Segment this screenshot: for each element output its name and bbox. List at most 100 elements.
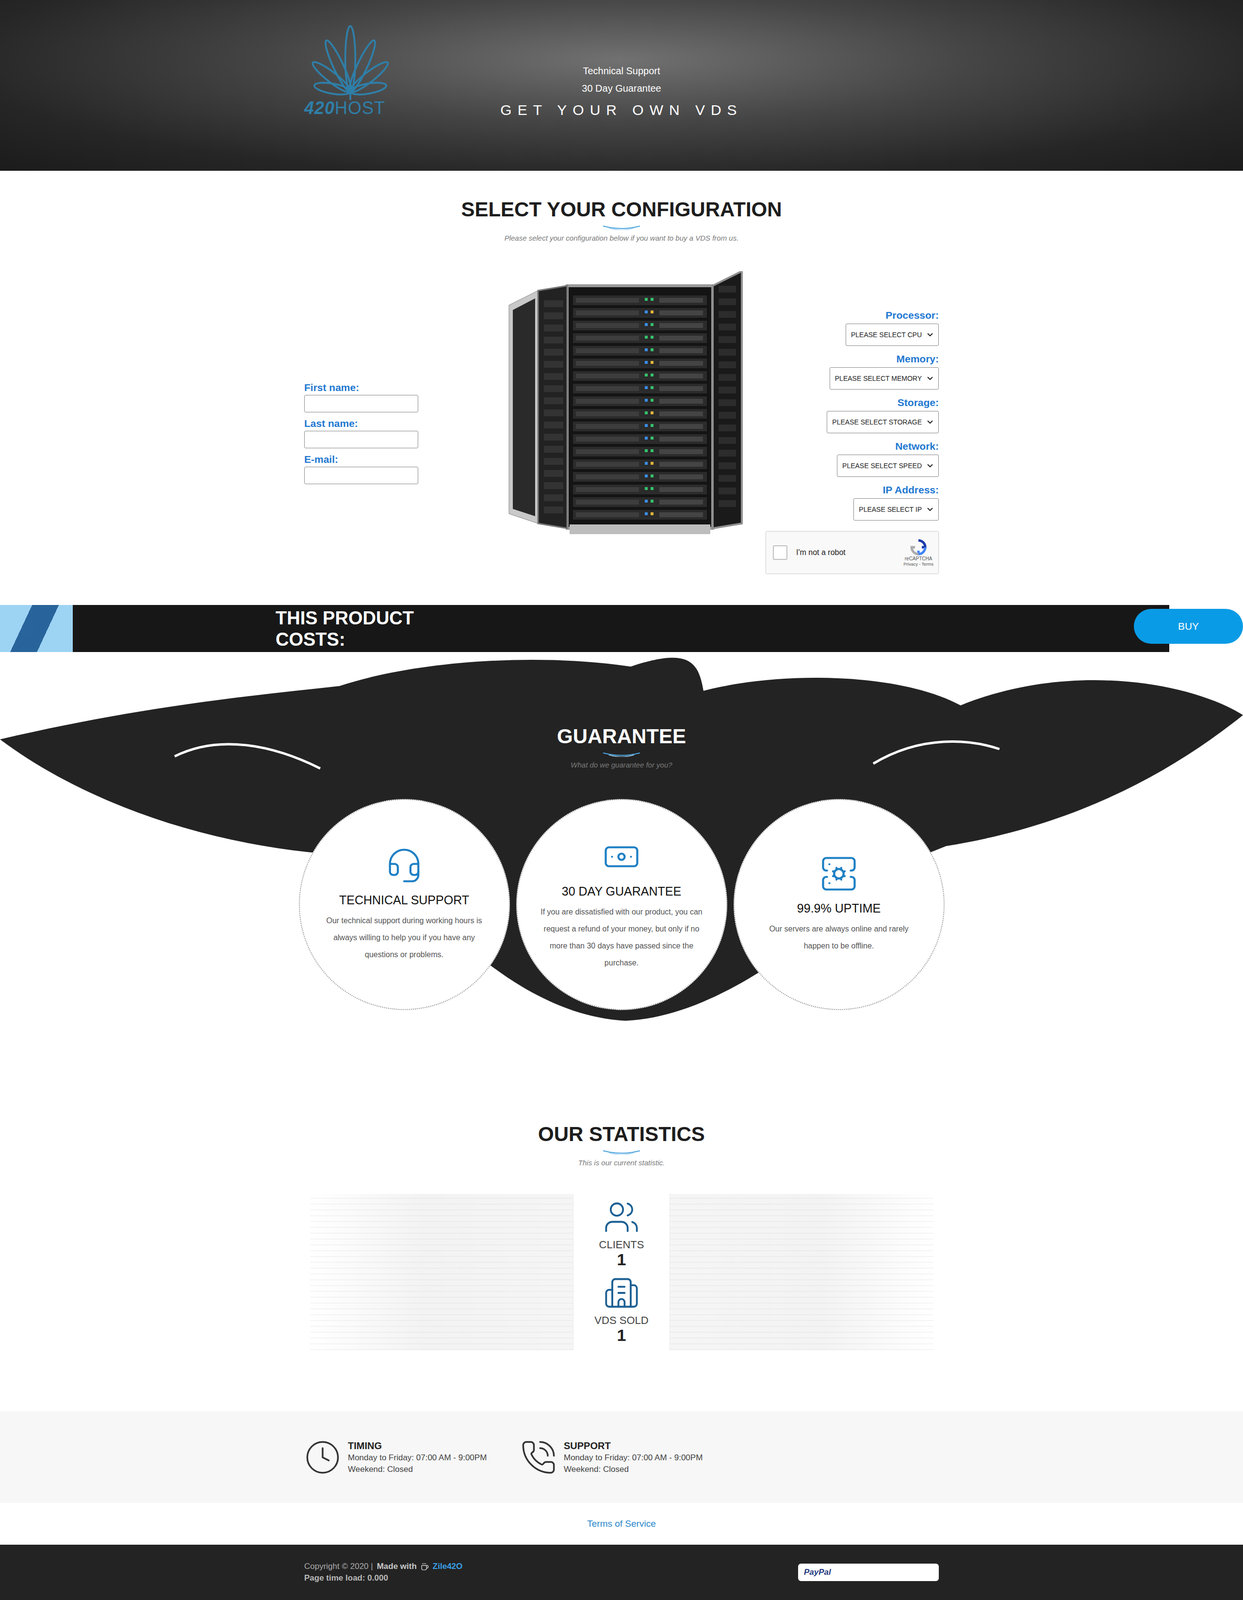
section-subtitle: Please select your configuration below i… (0, 233, 1243, 243)
headline: GET YOUR OWN VDS (500, 101, 743, 119)
select-dropdown[interactable]: PLEASE SELECT CPU (845, 323, 939, 346)
clock-icon (304, 1439, 342, 1476)
section-title: SELECT YOUR CONFIGURATION (0, 197, 1243, 222)
title-ornament-icon (602, 751, 641, 757)
statistic-item: CLIENTS1 (599, 1198, 645, 1268)
select-group: Network:PLEASE SELECT SPEED (836, 440, 939, 477)
statistic-label: VDS SOLD (594, 1314, 649, 1327)
statistic-item: VDS SOLD1 (594, 1274, 649, 1344)
field-label: First name: (304, 381, 500, 394)
info-line: Weekend: Closed (563, 1463, 703, 1476)
guarantee-card: 99.9% UPTIME Our servers are always onlin… (733, 799, 945, 1011)
statistic-value: 1 (617, 1251, 627, 1268)
author-link[interactable]: Zile42O (432, 1561, 463, 1572)
select-group: Processor:PLEASE SELECT CPU (845, 309, 939, 346)
select-label: Storage: (897, 396, 939, 409)
section-title: GUARANTEE (0, 724, 1243, 749)
statistics-area: CLIENTS1VDS SOLD1 (310, 1193, 934, 1351)
title-ornament-icon (602, 1148, 641, 1155)
field-label: Last name: (304, 417, 500, 430)
clients-icon (603, 1198, 640, 1236)
chevron-down-icon (925, 461, 935, 471)
statistic-label: CLIENTS (599, 1238, 645, 1252)
info-title: SUPPORT (563, 1439, 703, 1453)
guarantee-cards: TECHNICAL SUPPORTOur technical support d… (0, 799, 1243, 1011)
card-text: Our servers are always online and rarely… (755, 920, 923, 955)
select-dropdown[interactable]: PLEASE SELECT MEMORY (829, 367, 939, 390)
select-group: Storage:PLEASE SELECT STORAGE (826, 396, 939, 434)
chevron-down-icon (925, 374, 935, 383)
card-text: Our technical support during working hou… (321, 912, 488, 964)
buy-button[interactable]: BUY (1133, 608, 1243, 644)
terms-row: Terms of Service (0, 1503, 1243, 1545)
phone-icon (520, 1439, 557, 1476)
chevron-down-icon (925, 417, 935, 427)
recaptcha-icon (910, 539, 927, 556)
made-with: Made with (376, 1561, 417, 1572)
headset-icon (385, 846, 424, 885)
chevron-down-icon (925, 505, 935, 514)
section-subtitle: This is our current statistic. (0, 1158, 1243, 1167)
section-title: OUR STATISTICS (0, 1122, 1243, 1146)
info-bar: TIMINGMonday to Friday: 07:00 AM - 9:00P… (0, 1411, 1243, 1504)
paypal-badge: PayPal (798, 1563, 939, 1582)
price-strip: THIS PRODUCTCOSTS: BUY (0, 605, 1243, 653)
coffee-icon (420, 1562, 429, 1571)
section-subtitle: What do we guarantee for you? (0, 760, 1243, 769)
info-line: Monday to Friday: 07:00 AM - 9:00PM (563, 1452, 703, 1464)
recaptcha-checkbox[interactable] (772, 545, 788, 560)
options-column: Processor:PLEASE SELECT CPU Memory:PLEASE… (744, 271, 940, 574)
guarantee-card: TECHNICAL SUPPORTOur technical support d… (298, 799, 510, 1011)
field-label: E-mail: (304, 453, 500, 466)
price-bar: THIS PRODUCTCOSTS: (0, 605, 1170, 653)
select-dropdown[interactable]: PLEASE SELECT STORAGE (826, 410, 939, 434)
form-field: First name: (304, 381, 500, 413)
cannabis-leaf-icon (304, 23, 397, 101)
form-field: Last name: (304, 417, 500, 449)
recaptcha-label: I'm not a robot (796, 548, 895, 557)
info-title: TIMING (347, 1439, 487, 1453)
info-item: SUPPORTMonday to Friday: 07:00 AM - 9:00… (520, 1439, 736, 1476)
page: 420HOST Technical Support30 Day Guarantee… (0, 0, 1243, 1600)
guarantee-card: 30 DAY GUARANTEEIf you are dissatisfied … (516, 799, 728, 1011)
money-icon (602, 837, 641, 876)
statistics-column: CLIENTS1VDS SOLD1 (572, 1193, 671, 1351)
text-input[interactable] (304, 430, 419, 449)
chevron-down-icon (925, 330, 935, 340)
footer: Copyright © 2020 |Made with Zile42O Page t… (0, 1544, 1243, 1600)
form-field: E-mail: (304, 453, 500, 485)
info-line: Monday to Friday: 07:00 AM - 9:00PM (347, 1452, 487, 1464)
server-cabinet-image (499, 271, 745, 542)
select-group: IP Address:PLEASE SELECT IP (853, 483, 939, 521)
select-dropdown[interactable]: PLEASE SELECT SPEED (836, 454, 939, 477)
statistic-value: 1 (617, 1326, 627, 1344)
configuration-grid: First name:Last name:E-mail:Processor:PL… (304, 271, 939, 574)
tagline: 30 Day Guarantee (581, 79, 661, 98)
logo[interactable]: 420HOST (304, 23, 402, 119)
copyright: Copyright © 2020 | (304, 1561, 374, 1572)
select-label: Network: (895, 440, 939, 453)
server-clock-icon (819, 854, 858, 893)
select-group: Memory:PLEASE SELECT MEMORY (829, 352, 939, 390)
header-text: Technical Support30 Day GuaranteeGET YOU… (500, 23, 743, 119)
header: 420HOST Technical Support30 Day Guarantee… (0, 0, 1243, 171)
terms-link[interactable]: Terms of Service (587, 1518, 656, 1530)
select-dropdown[interactable]: PLEASE SELECT IP (853, 498, 939, 521)
price-label: THIS PRODUCTCOSTS: (275, 607, 414, 651)
statistics-section: OUR STATISTICS This is our current statis… (0, 1020, 1243, 1412)
footer-text: Copyright © 2020 |Made with Zile42O Page t… (304, 1561, 799, 1584)
text-input[interactable] (304, 466, 419, 485)
page-load: Page time load: 0.000 (304, 1573, 389, 1584)
customer-form: First name: Last name: E-mail: (304, 271, 500, 485)
building-icon (603, 1274, 640, 1312)
configuration-section: SELECT YOUR CONFIGURATION Please select y… (0, 170, 1243, 606)
title-ornament-icon (602, 224, 641, 230)
recaptcha-brand: reCAPTCHAPrivacy - Terms (903, 539, 934, 567)
recaptcha: I'm not a robot reCAPTCHAPrivacy - Terms (765, 531, 939, 574)
info-item: TIMINGMonday to Friday: 07:00 AM - 9:00P… (304, 1439, 521, 1476)
recaptcha-links[interactable]: Privacy - Terms (903, 561, 934, 567)
card-title: 99.9% UPTIME (797, 901, 881, 916)
text-input[interactable] (304, 394, 419, 413)
guarantee-section: GUARANTEE What do we guarantee for you? TE… (0, 652, 1243, 1021)
select-label: Processor: (885, 309, 939, 322)
